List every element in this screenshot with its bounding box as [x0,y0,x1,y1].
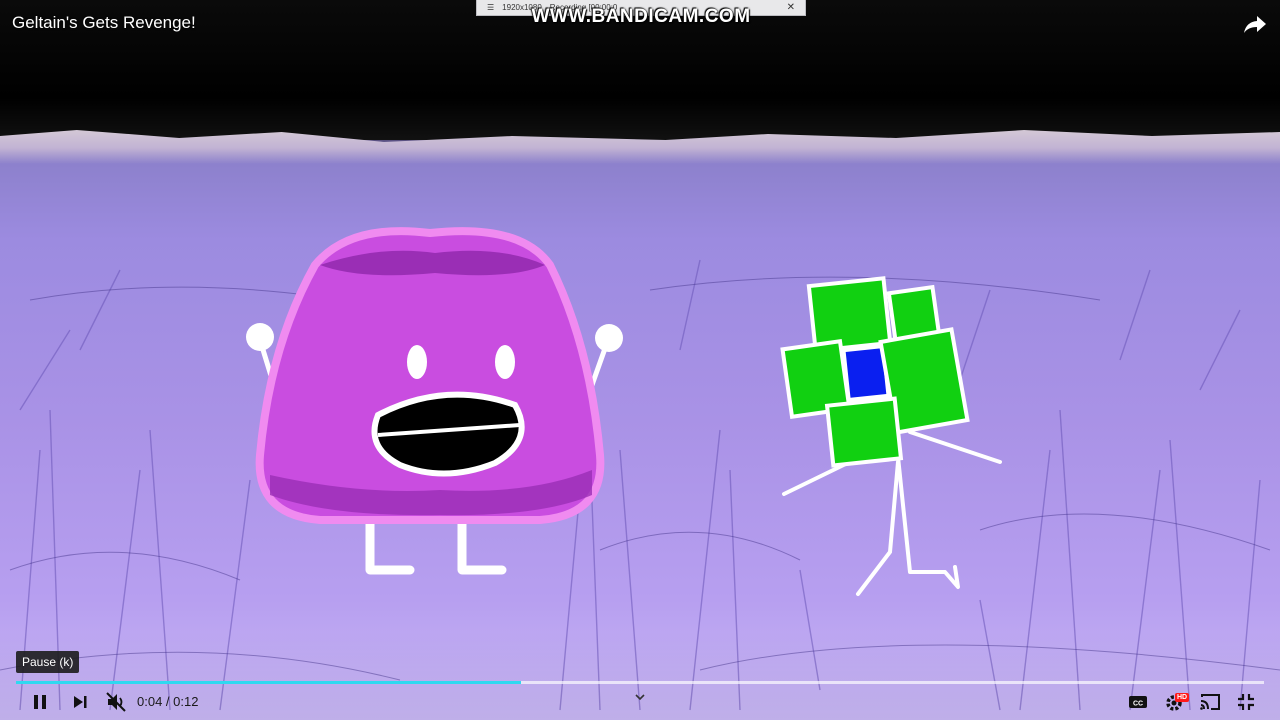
settings-button[interactable]: HD [1162,690,1190,714]
next-icon [74,696,87,708]
jelly-character [246,227,623,575]
time-display: 0:04 / 0:12 [137,694,198,709]
mute-button[interactable] [103,690,129,714]
pause-button[interactable] [28,690,52,714]
close-icon[interactable]: ✕ [787,2,795,13]
progress-bar[interactable] [16,681,1264,684]
recorder-watermark: WWW.BANDICAM.COM [531,6,751,27]
pause-tooltip: Pause (k) [16,651,80,673]
video-title[interactable]: Geltain's Gets Revenge! [12,13,196,33]
video-frame[interactable] [0,0,1280,720]
exit-fullscreen-icon [1238,694,1254,710]
current-time: 0:04 [137,694,163,709]
menu-icon[interactable]: ☰ [487,3,494,12]
duration: 0:12 [173,694,199,709]
time-separator: / [162,694,174,709]
captions-button[interactable]: CC [1126,690,1150,714]
cast-icon [1200,694,1220,710]
volume-muted-icon [106,692,126,712]
block-character [780,276,1002,596]
exit-fullscreen-button[interactable] [1234,690,1258,714]
chevron-down-icon[interactable] [633,690,647,704]
next-button[interactable] [68,690,92,714]
progress-played [16,681,522,684]
cast-button[interactable] [1198,690,1222,714]
hd-badge: HD [1175,693,1190,702]
cc-icon: CC [1129,696,1147,708]
pause-icon [34,695,46,709]
svg-text:CC: CC [1133,701,1143,708]
share-icon[interactable] [1242,12,1268,36]
